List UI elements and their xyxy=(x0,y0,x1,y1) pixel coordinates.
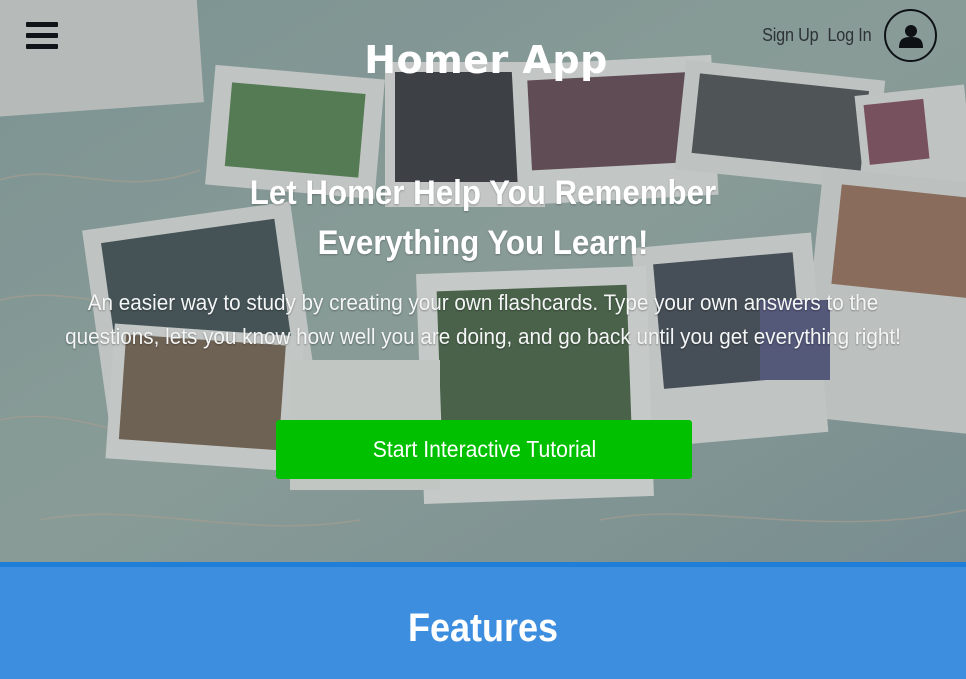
user-icon xyxy=(898,24,923,48)
auth-links: Sign Up Log In xyxy=(759,9,937,62)
log-in-link[interactable]: Log In xyxy=(828,25,872,46)
headline-line-1: Let Homer Help You Remember xyxy=(249,174,717,212)
sign-up-link[interactable]: Sign Up xyxy=(762,25,819,46)
hero-section: Homer App Sign Up Log In Let Homer Help … xyxy=(0,0,966,562)
features-title: Features xyxy=(407,606,559,650)
start-tutorial-label: Start Interactive Tutorial xyxy=(372,436,596,462)
start-tutorial-button[interactable]: Start Interactive Tutorial xyxy=(276,420,692,479)
description-line-1: An easier way to study by creating your … xyxy=(87,290,879,315)
features-section: Features xyxy=(0,562,966,679)
hero-description: An easier way to study by creating your … xyxy=(48,286,918,354)
headline-line-2: Everything You Learn! xyxy=(317,224,649,262)
description-line-2: questions, lets you know how well you ar… xyxy=(65,324,901,349)
hero-headline: Let Homer Help You Remember Everything Y… xyxy=(39,168,928,268)
user-avatar-button[interactable] xyxy=(884,9,937,62)
